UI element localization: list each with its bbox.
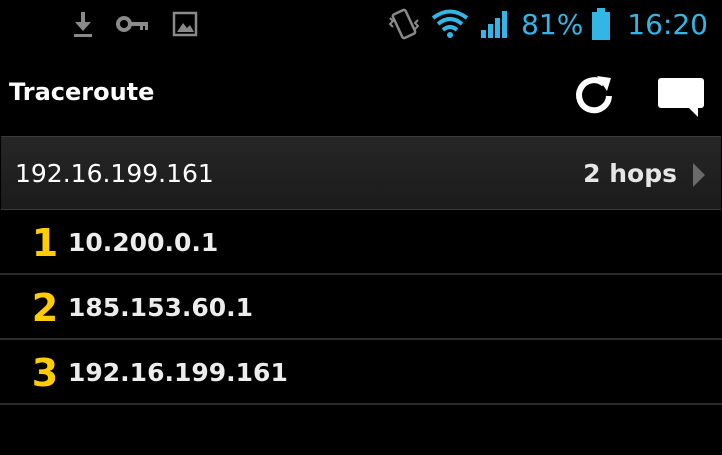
notification-area xyxy=(72,10,198,38)
hop-number: 1 xyxy=(31,221,59,265)
battery-percent: 81% xyxy=(521,7,584,41)
signal-icon xyxy=(479,8,511,40)
wifi-icon xyxy=(431,9,469,39)
comment-button[interactable] xyxy=(656,76,706,120)
system-indicators: 81% 16:20 xyxy=(387,6,708,42)
hop-ip: 185.153.60.1 xyxy=(68,293,254,322)
traceroute-screen: 81% 16:20 Traceroute 192.16.199.161 2 ho… xyxy=(0,0,722,455)
hop-number: 2 xyxy=(31,286,59,330)
hop-number: 3 xyxy=(31,351,59,395)
image-icon xyxy=(172,11,198,37)
target-ip: 192.16.199.161 xyxy=(15,159,214,188)
action-bar: Traceroute xyxy=(0,56,722,134)
comment-icon xyxy=(658,78,704,117)
vibrate-icon xyxy=(387,6,421,42)
hop-row[interactable]: 1 10.200.0.1 xyxy=(0,210,722,275)
hop-ip: 10.200.0.1 xyxy=(68,228,219,257)
app-title: Traceroute xyxy=(9,78,155,106)
hop-ip: 192.16.199.161 xyxy=(68,358,288,387)
hop-list: 1 10.200.0.1 2 185.153.60.1 3 192.16.199… xyxy=(0,210,722,405)
chevron-right-icon xyxy=(691,161,707,193)
clock: 16:20 xyxy=(627,7,708,41)
hop-row[interactable]: 3 192.16.199.161 xyxy=(0,340,722,405)
target-header[interactable]: 192.16.199.161 2 hops xyxy=(1,136,721,210)
hop-row[interactable]: 2 185.153.60.1 xyxy=(0,275,722,340)
battery-icon xyxy=(591,7,611,41)
download-icon xyxy=(72,10,94,38)
status-bar: 81% 16:20 xyxy=(0,0,722,52)
key-icon xyxy=(116,14,150,34)
hop-count: 2 hops xyxy=(583,159,677,188)
refresh-icon xyxy=(576,76,612,114)
refresh-button[interactable] xyxy=(571,72,617,118)
